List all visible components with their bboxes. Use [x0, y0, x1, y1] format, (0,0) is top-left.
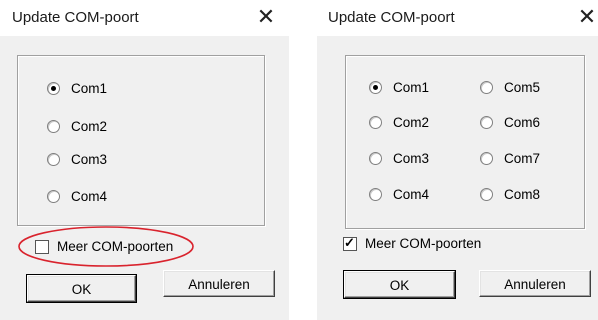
- radio-label: Com7: [504, 151, 541, 166]
- radio-com1[interactable]: Com1: [369, 80, 429, 95]
- radio-button-icon: [369, 188, 382, 201]
- radio-button-icon: [47, 190, 60, 203]
- cancel-button[interactable]: Annuleren: [163, 270, 275, 297]
- radio-com7[interactable]: Com7: [480, 151, 540, 166]
- radio-label: Com3: [71, 152, 108, 167]
- radio-com3[interactable]: Com3: [47, 152, 107, 167]
- radio-label: Com1: [393, 80, 430, 95]
- title-bar: Update COM-poort ✕: [317, 0, 598, 36]
- update-com-port-dialog-collapsed: Update COM-poort ✕ Com1 Com2 Com3 Com4 M…: [0, 0, 289, 320]
- radio-button-icon: [480, 116, 493, 129]
- radio-button-icon: [369, 152, 382, 165]
- radio-com3[interactable]: Com3: [369, 151, 429, 166]
- radio-label: Com1: [71, 81, 108, 96]
- radio-label: Com6: [504, 115, 541, 130]
- dialog-title: Update COM-poort: [12, 9, 139, 26]
- radio-label: Com8: [504, 187, 541, 202]
- radio-label: Com2: [71, 119, 108, 134]
- radio-com4[interactable]: Com4: [47, 189, 107, 204]
- update-com-port-dialog-expanded: Update COM-poort ✕ Com1 Com5 Com2 Com6 C…: [317, 0, 598, 320]
- ok-button[interactable]: OK: [26, 274, 137, 303]
- radio-com2[interactable]: Com2: [369, 115, 429, 130]
- radio-button-icon: [480, 188, 493, 201]
- radio-button-icon: [47, 82, 60, 95]
- radio-button-icon: [480, 152, 493, 165]
- checkbox-icon: [35, 239, 49, 254]
- radio-button-icon: [480, 81, 493, 94]
- dialog-title: Update COM-poort: [328, 9, 455, 26]
- radio-com5[interactable]: Com5: [480, 80, 540, 95]
- radio-com2[interactable]: Com2: [47, 119, 107, 134]
- radio-button-icon: [369, 116, 382, 129]
- radio-label: Com3: [393, 151, 430, 166]
- radio-label: Com4: [71, 189, 108, 204]
- radio-label: Com4: [393, 187, 430, 202]
- radio-com4[interactable]: Com4: [369, 187, 429, 202]
- cancel-button[interactable]: Annuleren: [479, 270, 591, 297]
- radio-label: Com5: [504, 80, 541, 95]
- ok-button[interactable]: OK: [343, 270, 456, 299]
- close-icon[interactable]: ✕: [574, 4, 598, 30]
- radio-com1[interactable]: Com1: [47, 81, 107, 96]
- close-icon[interactable]: ✕: [253, 4, 279, 30]
- checkbox-label: Meer COM-poorten: [57, 239, 174, 254]
- radio-com8[interactable]: Com8: [480, 187, 540, 202]
- radio-com6[interactable]: Com6: [480, 115, 540, 130]
- more-com-ports-checkbox[interactable]: ✓ Meer COM-poorten: [343, 235, 482, 251]
- checkbox-icon: ✓: [343, 235, 357, 251]
- radio-button-icon: [47, 153, 60, 166]
- radio-label: Com2: [393, 115, 430, 130]
- title-bar: Update COM-poort ✕: [0, 0, 289, 36]
- more-com-ports-checkbox[interactable]: Meer COM-poorten: [35, 239, 173, 254]
- checkbox-label: Meer COM-poorten: [365, 236, 482, 251]
- radio-button-icon: [47, 120, 60, 133]
- radio-button-icon: [369, 81, 382, 94]
